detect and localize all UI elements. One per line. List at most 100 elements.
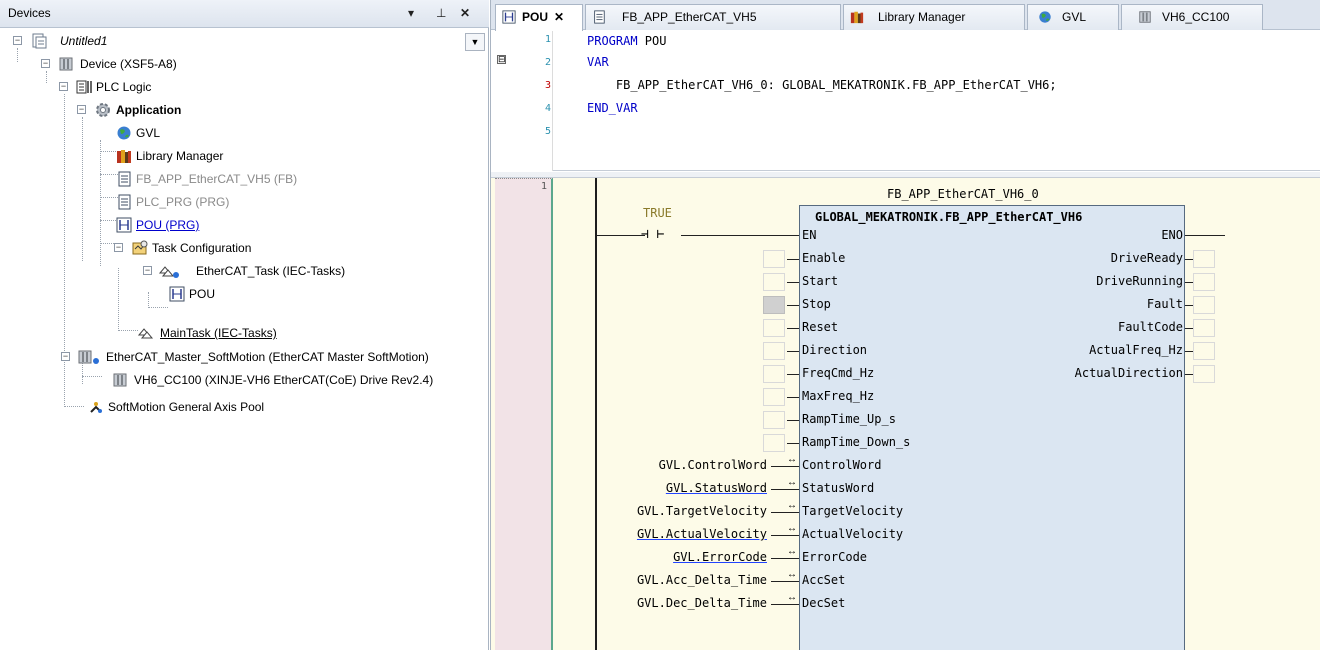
contact-symbol[interactable]: ⊣ ⊢ — [641, 227, 664, 242]
tree-item-ethercat-master[interactable]: − EtherCAT_Master_SoftMotion (EtherCAT M… — [0, 346, 489, 368]
line-number: 4 — [544, 103, 551, 114]
ladder-icon — [502, 10, 516, 24]
tree-item-maintask[interactable]: MainTask (IEC-Tasks) — [0, 322, 460, 344]
pin-stub — [1185, 259, 1193, 260]
tree-item-untitled1[interactable]: − Untitled1 — [0, 30, 460, 52]
project-icon — [32, 33, 47, 49]
devices-panel-header: Devices ▾ ⊥ ✕ — [0, 0, 489, 28]
inout-variable[interactable]: GVL.TargetVelocity — [581, 504, 767, 518]
collapse-icon[interactable]: − — [41, 59, 50, 68]
close-tab-icon[interactable]: ✕ — [554, 5, 564, 29]
inout-variable[interactable]: GVL.ControlWord — [581, 458, 767, 472]
fb-input-pin: ControlWord — [802, 458, 882, 472]
input-value-box[interactable] — [763, 365, 785, 383]
tree-item-vh6-cc100[interactable]: VH6_CC100 (XINJE-VH6 EtherCAT(CoE) Drive… — [0, 369, 489, 391]
tree-item-device[interactable]: − Device (XSF5-A8) — [0, 53, 460, 75]
document-icon — [118, 171, 131, 187]
tab-fb-app-ethercat-vh5[interactable]: FB_APP_EtherCAT_VH5 — [585, 4, 841, 30]
tab-pou[interactable]: POU ✕ — [495, 4, 583, 31]
panel-menu-dropdown-icon[interactable]: ▾ — [408, 5, 414, 21]
tree-item-label: SoftMotion General Axis Pool — [108, 400, 265, 414]
inout-variable[interactable]: GVL.Acc_Delta_Time — [581, 573, 767, 587]
pin-stub — [1185, 282, 1193, 283]
axis-pool-icon — [90, 402, 102, 413]
tree-item-label: Device (XSF5-A8) — [80, 57, 177, 71]
tree-item-pou-prg[interactable]: POU (PRG) — [0, 214, 460, 236]
pin-stub — [787, 420, 799, 421]
tab-gvl[interactable]: GVL — [1027, 4, 1119, 30]
input-value-box[interactable] — [763, 411, 785, 429]
collapse-icon[interactable]: − — [77, 105, 86, 114]
tree-item-label: POU — [189, 287, 216, 301]
document-icon — [594, 10, 605, 24]
pin-icon[interactable]: ⊥ — [436, 5, 446, 21]
tree-connector — [148, 307, 168, 308]
input-value-box[interactable] — [763, 434, 785, 452]
fb-input-pin: Stop — [802, 297, 831, 311]
output-value-box[interactable] — [1193, 365, 1215, 383]
inout-wire — [771, 558, 799, 559]
function-block[interactable] — [799, 205, 1185, 650]
input-value-box[interactable] — [763, 296, 785, 314]
inout-variable[interactable]: GVL.ErrorCode — [581, 550, 767, 564]
collapse-icon[interactable]: − — [143, 266, 152, 275]
tree-item-plc-logic[interactable]: − PLC Logic — [0, 76, 460, 98]
rung-wire — [681, 235, 800, 236]
output-value-box[interactable] — [1193, 296, 1215, 314]
tree-item-pou-call[interactable]: POU — [0, 283, 460, 305]
inout-arrow-icon: ↔ — [787, 454, 797, 465]
input-value-box[interactable] — [763, 273, 785, 291]
tree-item-label: EtherCAT_Master_SoftMotion (EtherCAT Mas… — [106, 350, 429, 364]
pin-stub — [787, 351, 799, 352]
input-value-box[interactable] — [763, 342, 785, 360]
ladder-icon — [169, 286, 185, 302]
output-value-box[interactable] — [1193, 319, 1215, 337]
inout-variable[interactable]: GVL.StatusWord — [581, 481, 767, 495]
fb-input-pin: TargetVelocity — [802, 504, 904, 518]
fb-input-pin: EN — [802, 228, 817, 242]
inout-arrow-icon: ↔ — [787, 546, 797, 557]
ladder-icon — [116, 217, 132, 233]
inout-variable[interactable]: GVL.ActualVelocity — [581, 527, 767, 541]
tree-item-plc-prg[interactable]: PLC_PRG (PRG) — [0, 191, 460, 213]
contact-variable-label[interactable]: TRUE — [643, 206, 672, 220]
collapse-icon[interactable]: − — [59, 82, 68, 91]
output-value-box[interactable] — [1193, 250, 1215, 268]
tree-item-axis-pool[interactable]: SoftMotion General Axis Pool — [0, 396, 460, 418]
tree-item-fb-app-ethercat-vh5[interactable]: FB_APP_EtherCAT_VH5 (FB) — [0, 168, 460, 190]
tab-library-manager[interactable]: Library Manager — [843, 4, 1025, 30]
tab-vh6-cc100[interactable]: VH6_CC100 — [1121, 4, 1263, 30]
close-panel-icon[interactable]: ✕ — [460, 5, 470, 21]
collapse-icon[interactable]: − — [13, 36, 22, 45]
fb-input-pin: Enable — [802, 251, 846, 265]
fb-instance-name[interactable]: FB_APP_EtherCAT_VH6_0 — [887, 187, 1039, 201]
inout-wire — [771, 535, 799, 536]
implementation-editor[interactable]: 1 TRUE ⊣ ⊢ FB_APP_EtherCAT_VH6_0 GLOBAL_… — [491, 178, 1320, 650]
pin-stub — [787, 443, 799, 444]
tree-item-task-configuration[interactable]: − Task Configuration — [0, 237, 460, 259]
tree-item-gvl[interactable]: GVL — [0, 122, 460, 144]
line-number-gutter: 1 2 3 4 5 ⊟ — [491, 31, 553, 171]
collapse-icon[interactable]: − — [61, 352, 70, 361]
fb-output-pin: DriveRunning — [1096, 274, 1183, 288]
tree-item-ethercat-task[interactable]: − EtherCAT_Task (IEC-Tasks) — [0, 260, 460, 282]
line-number: 2 — [544, 57, 551, 68]
fb-type-name: GLOBAL_MEKATRONIK.FB_APP_EtherCAT_VH6 — [815, 210, 1083, 224]
inout-arrow-icon: ↔ — [787, 477, 797, 488]
pin-stub — [1185, 328, 1193, 329]
editor-area: POU ✕ FB_APP_EtherCAT_VH5 Library Manage… — [490, 0, 1320, 650]
input-value-box[interactable] — [763, 250, 785, 268]
output-value-box[interactable] — [1193, 342, 1215, 360]
output-value-box[interactable] — [1193, 273, 1215, 291]
inout-variable[interactable]: GVL.Dec_Delta_Time — [581, 596, 767, 610]
collapse-icon[interactable]: − — [114, 243, 123, 252]
inout-arrow-icon: ↔ — [787, 569, 797, 580]
input-value-box[interactable] — [763, 319, 785, 337]
input-value-box[interactable] — [763, 388, 785, 406]
fold-toggle-icon[interactable]: ⊟ — [497, 55, 506, 64]
inout-wire — [771, 581, 799, 582]
tree-item-application[interactable]: − Application — [0, 99, 460, 121]
declaration-editor[interactable]: 1 2 3 4 5 ⊟ PROGRAM POU VAR FB_APP_Ether… — [491, 31, 1320, 171]
tree-item-library-manager[interactable]: Library Manager — [0, 145, 460, 167]
devices-panel-title: Devices — [8, 6, 51, 20]
